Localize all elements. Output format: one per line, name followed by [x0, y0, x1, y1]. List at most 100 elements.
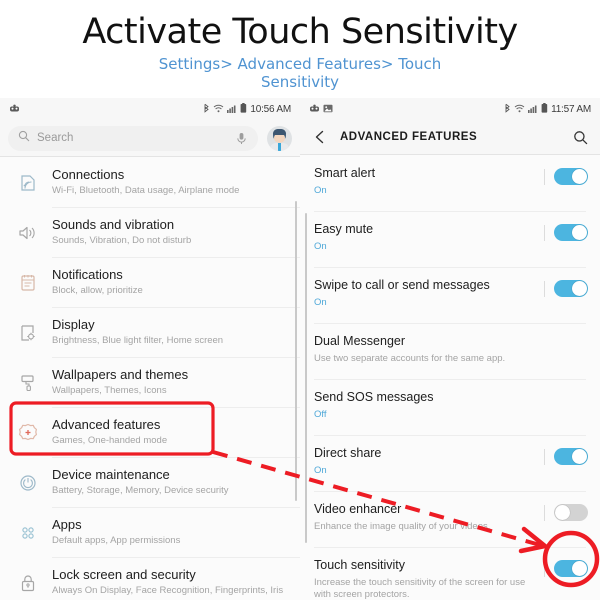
toggle-knob — [572, 281, 587, 296]
feature-row-direct-share[interactable]: Direct share On — [300, 435, 600, 491]
battery-icon — [541, 103, 548, 115]
feature-value: On — [314, 464, 327, 476]
toggle-wrap — [544, 224, 588, 241]
toggle-direct-share[interactable] — [554, 448, 588, 465]
feature-text: Dual Messenger Use two separate accounts… — [314, 334, 588, 365]
toggle-easy-mute[interactable] — [554, 224, 588, 241]
sidebar-item-apps[interactable]: Apps Default apps, App permissions — [0, 507, 300, 557]
sidebar-item-text: Advanced features Games, One-handed mode — [52, 416, 167, 447]
item-title: Notifications — [52, 267, 123, 282]
feature-title: Send SOS messages — [314, 390, 434, 404]
toggle-divider — [544, 448, 545, 465]
settings-list: Connections Wi-Fi, Bluetooth, Data usage… — [0, 157, 300, 600]
sidebar-item-text: Lock screen and security Always On Displ… — [52, 566, 283, 597]
page-header: Activate Touch Sensitivity Settings> Adv… — [0, 0, 600, 98]
sidebar-item-sounds-and-vibration[interactable]: Sounds and vibration Sounds, Vibration, … — [0, 207, 300, 257]
microphone-icon[interactable] — [235, 132, 248, 145]
avatar-tie — [278, 142, 281, 151]
feature-row-swipe-to-call[interactable]: Swipe to call or send messages On — [300, 267, 600, 323]
item-title: Connections — [52, 167, 125, 182]
feature-row-send-sos-messages[interactable]: Send SOS messages Off — [300, 379, 600, 435]
advanced-features-icon — [13, 418, 43, 448]
toggle-swipe-to-call[interactable] — [554, 280, 588, 297]
sound-icon — [13, 218, 43, 248]
item-title: Device maintenance — [52, 467, 170, 482]
feature-value: Off — [314, 408, 327, 420]
feature-row-touch-sensitivity[interactable]: Touch sensitivity Increase the touch sen… — [300, 547, 600, 600]
bluetooth-icon — [203, 103, 210, 115]
feature-title: Easy mute — [314, 222, 374, 236]
app-bar-title: ADVANCED FEATURES — [340, 131, 478, 143]
item-title: Apps — [52, 517, 82, 532]
toggle-divider — [544, 168, 545, 185]
feature-row-video-enhancer[interactable]: Video enhancer Enhance the image quality… — [300, 491, 600, 547]
toggle-wrap — [544, 504, 588, 521]
sidebar-item-text: Device maintenance Battery, Storage, Mem… — [52, 466, 229, 497]
chevron-left-icon[interactable] — [312, 129, 328, 145]
right-scrollbar[interactable] — [305, 213, 307, 543]
bluetooth-icon — [504, 103, 511, 115]
toggle-knob — [572, 449, 587, 464]
sidebar-item-text: Apps Default apps, App permissions — [52, 516, 180, 547]
toggle-divider — [544, 280, 545, 297]
search-icon[interactable] — [573, 130, 588, 145]
feature-text: Swipe to call or send messages On — [314, 278, 544, 309]
feature-value: Enhance the image quality of your videos… — [314, 520, 491, 532]
item-title: Lock screen and security — [52, 567, 196, 582]
sidebar-item-wallpapers-and-themes[interactable]: Wallpapers and themes Wallpapers, Themes… — [0, 357, 300, 407]
right-status-right-icons: 11:57 AM — [504, 103, 591, 115]
toggle-video-enhancer[interactable] — [554, 504, 588, 521]
right-clock: 11:57 AM — [551, 103, 591, 115]
toggle-knob — [555, 505, 570, 520]
left-status-left-icons — [9, 104, 20, 115]
right-phone-screenshot: 11:57 AM ADVANCED FEATURES Smart alert O… — [300, 98, 600, 600]
toggle-divider — [544, 504, 545, 521]
wifi-icon — [514, 104, 525, 115]
connections-icon — [13, 168, 43, 198]
feature-row-dual-messenger[interactable]: Dual Messenger Use two separate accounts… — [300, 323, 600, 379]
toggle-wrap — [544, 560, 588, 577]
page-title: Activate Touch Sensitivity — [82, 12, 518, 52]
item-subtitle: Always On Display, Face Recognition, Fin… — [52, 585, 284, 597]
left-status-right-icons: 10:56 AM — [203, 103, 291, 115]
toggle-smart-alert[interactable] — [554, 168, 588, 185]
wifi-icon — [213, 104, 224, 115]
feature-title: Touch sensitivity — [314, 558, 406, 572]
toggle-divider — [544, 224, 545, 241]
sidebar-item-connections[interactable]: Connections Wi-Fi, Bluetooth, Data usage… — [0, 157, 300, 207]
left-status-bar: 10:56 AM — [0, 98, 300, 120]
feature-text: Touch sensitivity Increase the touch sen… — [314, 558, 544, 600]
left-scrollbar[interactable] — [295, 201, 297, 501]
sidebar-item-device-maintenance[interactable]: Device maintenance Battery, Storage, Mem… — [0, 457, 300, 507]
item-subtitle: Brightness, Blue light filter, Home scre… — [52, 335, 224, 347]
samsung-pay-icon — [9, 104, 20, 115]
item-subtitle: Wi-Fi, Bluetooth, Data usage, Airplane m… — [52, 185, 240, 197]
sidebar-item-lock-screen-and-security[interactable]: Lock screen and security Always On Displ… — [0, 557, 300, 600]
sidebar-item-advanced-features[interactable]: Advanced features Games, One-handed mode — [0, 407, 300, 457]
feature-text: Easy mute On — [314, 222, 544, 253]
toggle-knob — [572, 169, 587, 184]
feature-row-smart-alert[interactable]: Smart alert On — [300, 155, 600, 211]
feature-value: Use two separate accounts for the same a… — [314, 352, 506, 364]
search-input[interactable]: Search — [8, 125, 258, 151]
item-title: Display — [52, 317, 95, 332]
toggle-touch-sensitivity[interactable] — [554, 560, 588, 577]
signal-icon — [227, 104, 237, 115]
feature-value: On — [314, 240, 327, 252]
battery-icon — [240, 103, 247, 115]
wallpaper-icon — [13, 368, 43, 398]
toggle-knob — [572, 225, 587, 240]
feature-value: On — [314, 184, 327, 196]
avatar[interactable] — [267, 125, 292, 151]
sidebar-item-notifications[interactable]: Notifications Block, allow, prioritize — [0, 257, 300, 307]
signal-icon — [528, 104, 538, 115]
left-search-row: Search — [0, 120, 300, 156]
feature-row-easy-mute[interactable]: Easy mute On — [300, 211, 600, 267]
sidebar-item-text: Display Brightness, Blue light filter, H… — [52, 316, 223, 347]
feature-text: Video enhancer Enhance the image quality… — [314, 502, 544, 533]
screenshot-icon — [323, 104, 333, 115]
item-subtitle: Wallpapers, Themes, Icons — [52, 385, 167, 397]
feature-text: Direct share On — [314, 446, 544, 477]
right-status-left-icons — [309, 104, 333, 115]
sidebar-item-display[interactable]: Display Brightness, Blue light filter, H… — [0, 307, 300, 357]
